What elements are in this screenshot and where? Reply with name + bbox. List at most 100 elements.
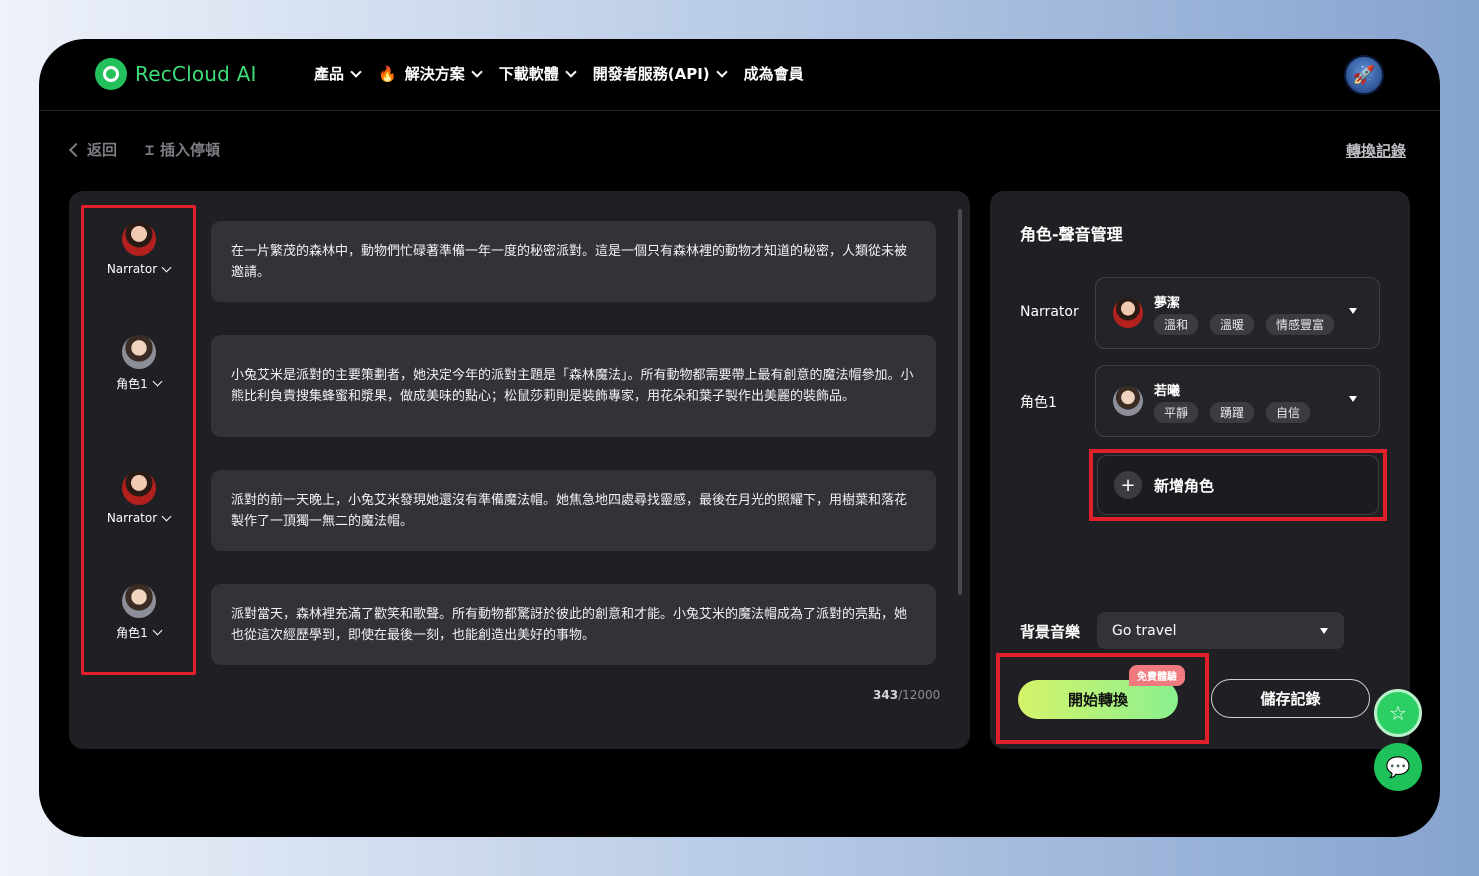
role-label: 角色1 bbox=[116, 624, 163, 641]
caret-down-icon bbox=[1320, 628, 1328, 634]
char-count-limit: /12000 bbox=[898, 688, 941, 702]
voice-tag: 溫和 bbox=[1154, 314, 1199, 335]
back-button[interactable]: 返回 bbox=[67, 139, 117, 160]
user-avatar[interactable]: 🚀 bbox=[1344, 55, 1384, 95]
nav-products[interactable]: 產品 bbox=[314, 63, 362, 84]
background-music-label: 背景音樂 bbox=[1020, 623, 1081, 641]
role-selector-3[interactable]: Narrator bbox=[84, 471, 193, 525]
chat-support-button[interactable]: 💬 bbox=[1374, 743, 1422, 791]
add-role-button[interactable]: + 新增角色 bbox=[1097, 455, 1379, 515]
conversion-history-link[interactable]: 轉換記錄 bbox=[1346, 140, 1406, 161]
role-name: Narrator bbox=[106, 511, 158, 525]
voice-avatar bbox=[1113, 386, 1143, 416]
voice-role-label: 角色1 bbox=[1020, 395, 1057, 411]
insert-pause-button[interactable]: ⌶ 插入停頓 bbox=[145, 139, 220, 160]
role1-avatar bbox=[121, 584, 156, 618]
main-menu: 產品 🔥 解決方案 下載軟體 開發者服務(API) 成為會員 bbox=[314, 63, 822, 84]
voice-management-panel: 角色-聲音管理 Narrator 夢潔 溫和 溫暖 情感豐富 角色1 若曦 平靜… bbox=[990, 191, 1410, 749]
voice-name: 夢潔 bbox=[1154, 296, 1181, 311]
role-selector-4[interactable]: 角色1 bbox=[84, 584, 193, 641]
script-scrollbar[interactable] bbox=[958, 209, 962, 595]
chevron-down-icon bbox=[152, 376, 163, 387]
plus-icon: + bbox=[1114, 471, 1142, 499]
voice-select-role1[interactable]: 若曦 平靜 踴躍 自信 bbox=[1095, 365, 1380, 437]
voice-avatar bbox=[1113, 298, 1143, 328]
role-label: Narrator bbox=[106, 262, 172, 276]
caret-down-icon bbox=[1349, 396, 1357, 402]
nav-solutions-label: 解決方案 bbox=[404, 65, 465, 83]
editor-toolbar: 返回 ⌶ 插入停頓 bbox=[67, 139, 220, 160]
paragraph-text: 派對當天，森林裡充滿了歡笑和歌聲。所有動物都驚訝於彼此的創意和才能。小兔艾米的魔… bbox=[231, 606, 908, 643]
chat-bubble-icon: 💬 bbox=[1385, 755, 1411, 779]
voice-tags: 平靜 踴躍 自信 bbox=[1154, 402, 1311, 423]
favorite-button[interactable]: ☆ bbox=[1374, 689, 1422, 737]
narrator-avatar bbox=[121, 471, 156, 505]
voice-name: 若曦 bbox=[1154, 384, 1181, 399]
nav-products-label: 產品 bbox=[314, 65, 345, 83]
chevron-down-icon bbox=[350, 65, 362, 78]
insert-cursor-icon: ⌶ bbox=[145, 140, 155, 159]
voice-select-narrator[interactable]: 夢潔 溫和 溫暖 情感豐富 bbox=[1095, 277, 1380, 349]
voice-tag: 自信 bbox=[1266, 402, 1311, 423]
top-navigation: RecCloud AI 產品 🔥 解決方案 下載軟體 開發者服務(API) 成為… bbox=[39, 39, 1440, 111]
chevron-down-icon bbox=[715, 65, 728, 78]
voice-tag: 平靜 bbox=[1154, 402, 1199, 423]
nav-developer-api[interactable]: 開發者服務(API) bbox=[592, 63, 728, 84]
chevron-down-icon bbox=[161, 511, 172, 521]
chevron-down-icon bbox=[565, 65, 577, 78]
role-selector-2[interactable]: 角色1 bbox=[84, 335, 193, 392]
paragraph-text: 小兔艾米是派對的主要策劃者，她決定今年的派對主題是「森林魔法」。所有動物都需要帶… bbox=[231, 368, 914, 404]
bgm-selected-value: Go travel bbox=[1112, 622, 1177, 639]
script-paragraph-4[interactable]: 派對當天，森林裡充滿了歡笑和歌聲。所有動物都驚訝於彼此的創意和才能。小兔艾米的魔… bbox=[211, 584, 936, 665]
chevron-left-icon bbox=[68, 142, 84, 157]
voice-role-label: Narrator bbox=[1020, 304, 1079, 320]
brand-name: RecCloud AI bbox=[135, 62, 257, 86]
role1-avatar bbox=[121, 335, 156, 369]
reccloud-logo-icon bbox=[95, 58, 127, 90]
role-selector-1[interactable]: Narrator bbox=[84, 222, 193, 276]
role-label: Narrator bbox=[106, 511, 172, 525]
nav-membership-label: 成為會員 bbox=[743, 65, 804, 83]
nav-developer-api-label: 開發者服務(API) bbox=[592, 65, 710, 83]
nav-solutions[interactable]: 解決方案 bbox=[404, 63, 483, 84]
start-conversion-highlight: 開始轉換 免費體驗 bbox=[996, 653, 1209, 744]
script-paragraph-2[interactable]: 小兔艾米是派對的主要策劃者，她決定今年的派對主題是「森林魔法」。所有動物都需要帶… bbox=[211, 335, 936, 437]
role-name: Narrator bbox=[106, 262, 158, 276]
rocket-icon: 🚀 bbox=[1352, 64, 1376, 86]
narrator-avatar bbox=[121, 222, 156, 256]
insert-pause-label: 插入停頓 bbox=[160, 141, 221, 159]
chevron-down-icon bbox=[161, 262, 172, 272]
paragraph-text: 在一片繁茂的森林中，動物們忙碌著準備一年一度的秘密派對。這是一個只有森林裡的動物… bbox=[231, 243, 908, 280]
script-paragraph-1[interactable]: 在一片繁茂的森林中，動物們忙碌著準備一年一度的秘密派對。這是一個只有森林裡的動物… bbox=[211, 221, 936, 302]
char-count-value: 343 bbox=[873, 688, 899, 702]
app-window: RecCloud AI 產品 🔥 解決方案 下載軟體 開發者服務(API) 成為… bbox=[39, 39, 1440, 837]
caret-down-icon bbox=[1349, 308, 1357, 314]
add-role-highlight: + 新增角色 bbox=[1089, 449, 1387, 521]
role-name: 角色1 bbox=[116, 377, 148, 391]
character-count: 343/12000 bbox=[873, 688, 940, 702]
script-paragraph-3[interactable]: 派對的前一天晚上，小兔艾米發現她還沒有準備魔法帽。她焦急地四處尋找靈感，最後在月… bbox=[211, 470, 936, 551]
voice-tags: 溫和 溫暖 情感豐富 bbox=[1154, 314, 1335, 335]
role-label: 角色1 bbox=[116, 375, 163, 392]
paragraph-text: 派對的前一天晚上，小兔艾米發現她還沒有準備魔法帽。她焦急地四處尋找靈感，最後在月… bbox=[231, 492, 908, 529]
role-selector-column: Narrator 角色1 Narrator 角色1 bbox=[81, 205, 196, 675]
brand-logo[interactable]: RecCloud AI bbox=[95, 58, 257, 90]
chevron-down-icon bbox=[152, 625, 163, 636]
nav-membership[interactable]: 成為會員 bbox=[744, 63, 804, 84]
star-icon: ☆ bbox=[1389, 701, 1407, 725]
background-music-select[interactable]: Go travel bbox=[1097, 612, 1344, 649]
voice-tag: 情感豐富 bbox=[1266, 314, 1335, 335]
nav-download-label: 下載軟體 bbox=[498, 65, 559, 83]
save-record-button[interactable]: 儲存記錄 bbox=[1211, 679, 1370, 718]
fire-icon: 🔥 bbox=[378, 64, 397, 83]
panel-title: 角色-聲音管理 bbox=[1020, 225, 1123, 244]
role-name: 角色1 bbox=[116, 626, 148, 640]
back-label: 返回 bbox=[87, 141, 118, 159]
voice-tag: 踴躍 bbox=[1210, 402, 1255, 423]
script-editor-panel: Narrator 角色1 Narrator 角色1 在一片繁茂的森林中，動物們忙… bbox=[69, 191, 970, 749]
nav-download[interactable]: 下載軟體 bbox=[498, 63, 577, 84]
free-trial-badge: 免費體驗 bbox=[1129, 665, 1185, 686]
voice-tag: 溫暖 bbox=[1210, 314, 1255, 335]
chevron-down-icon bbox=[471, 65, 483, 78]
add-role-label: 新增角色 bbox=[1154, 476, 1215, 495]
